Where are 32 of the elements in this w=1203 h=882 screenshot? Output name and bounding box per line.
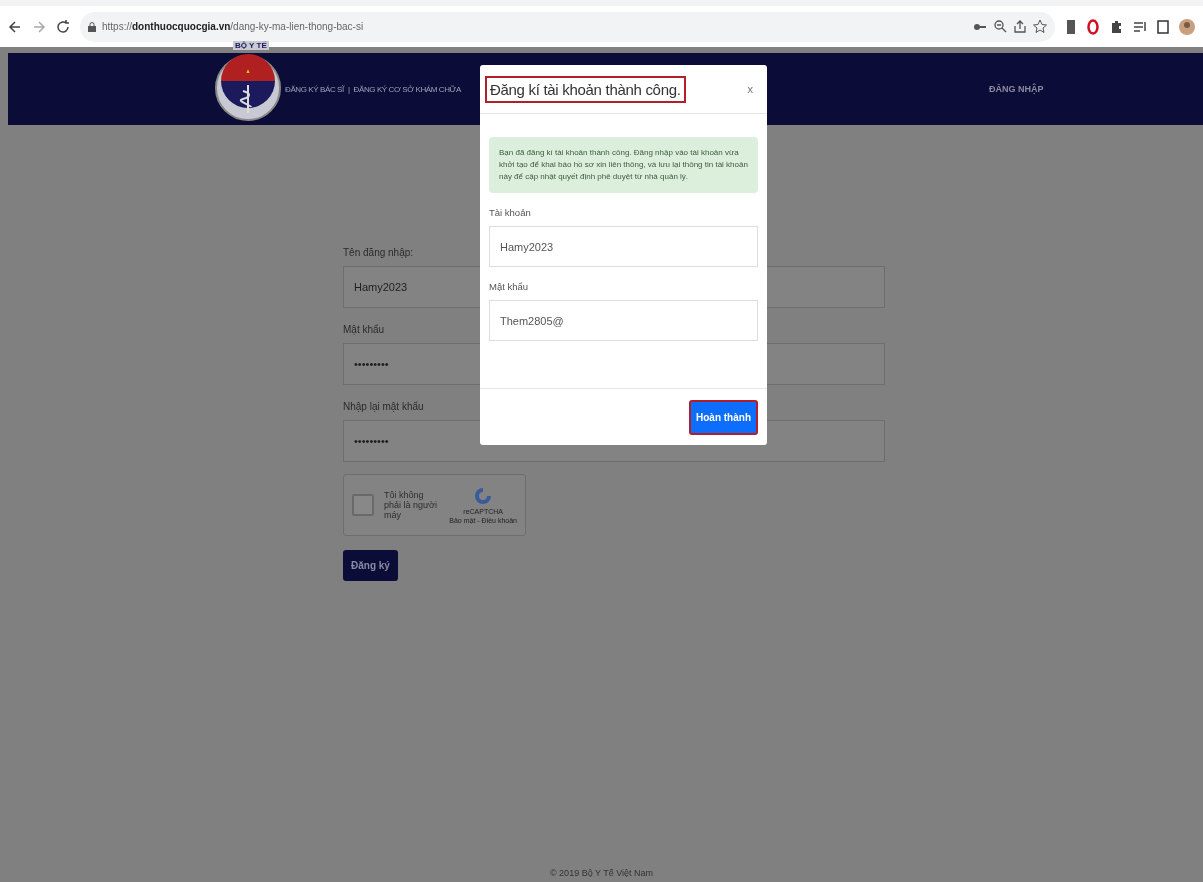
field-label: Nhập lại mật khẩu: [343, 401, 424, 412]
login-link[interactable]: ĐĂNG NHẬP: [988, 84, 1044, 94]
sidepanel-icon[interactable]: [1157, 18, 1169, 35]
back-icon[interactable]: [8, 18, 22, 35]
reload-icon[interactable]: [56, 18, 70, 35]
logo-text: BỘ Y TẾ: [233, 41, 269, 50]
nav-link[interactable]: |: [347, 84, 350, 94]
field-label: Tên đăng nhập:: [343, 247, 414, 258]
footer-text: © 2019 Bộ Y Tế Việt Nam: [550, 868, 653, 878]
avatar-icon[interactable]: [1179, 18, 1195, 35]
lock-icon: [88, 21, 96, 32]
recaptcha-icon: [473, 486, 494, 506]
zoom-icon[interactable]: [993, 18, 1007, 35]
captcha-label: Tôi không phải là người máy: [384, 490, 438, 520]
address-bar[interactable]: https://donthuocquocgia.vn/dang-ky-ma-lien-thong-bac-si: [80, 11, 1055, 42]
nav-link[interactable]: ĐĂNG KÝ BÁC SĨ: [285, 84, 344, 94]
close-button[interactable]: x: [745, 81, 755, 97]
input-field[interactable]: Hamy2023: [489, 226, 758, 267]
captcha-checkbox[interactable]: [352, 494, 374, 516]
finish-button[interactable]: Hoàn thành: [689, 399, 758, 435]
url-text: https://donthuocquocgia.vn/dang-ky-ma-lien-thong-bac-si: [102, 21, 364, 32]
field-label: Mật khẩu: [489, 281, 529, 292]
share-icon[interactable]: [1013, 18, 1027, 35]
input-field[interactable]: Them2805@: [489, 300, 758, 341]
field-label: Tài khoản: [489, 207, 531, 218]
nav-link[interactable]: ĐĂNG KÝ CƠ SỞ KHÁM CHỮA: [353, 84, 461, 94]
star-icon[interactable]: [1033, 18, 1047, 35]
field-label: Mật khẩu: [343, 324, 385, 335]
dialog-title: Đăng kí tài khoản thành công.: [485, 75, 686, 103]
puzzle-icon[interactable]: [1109, 18, 1123, 35]
register-button[interactable]: Đăng ký: [343, 550, 398, 581]
success-message: Bạn đã đăng kí tài khoản thành công. Đăng nhập vào tài khoản vừa khởi tạo để khai báo hồ sơ xin liên thông, và lưu lại thông tin tài khoản này để cập nhật quyết định phê duyệt từ nhà quản lý.: [489, 137, 758, 193]
